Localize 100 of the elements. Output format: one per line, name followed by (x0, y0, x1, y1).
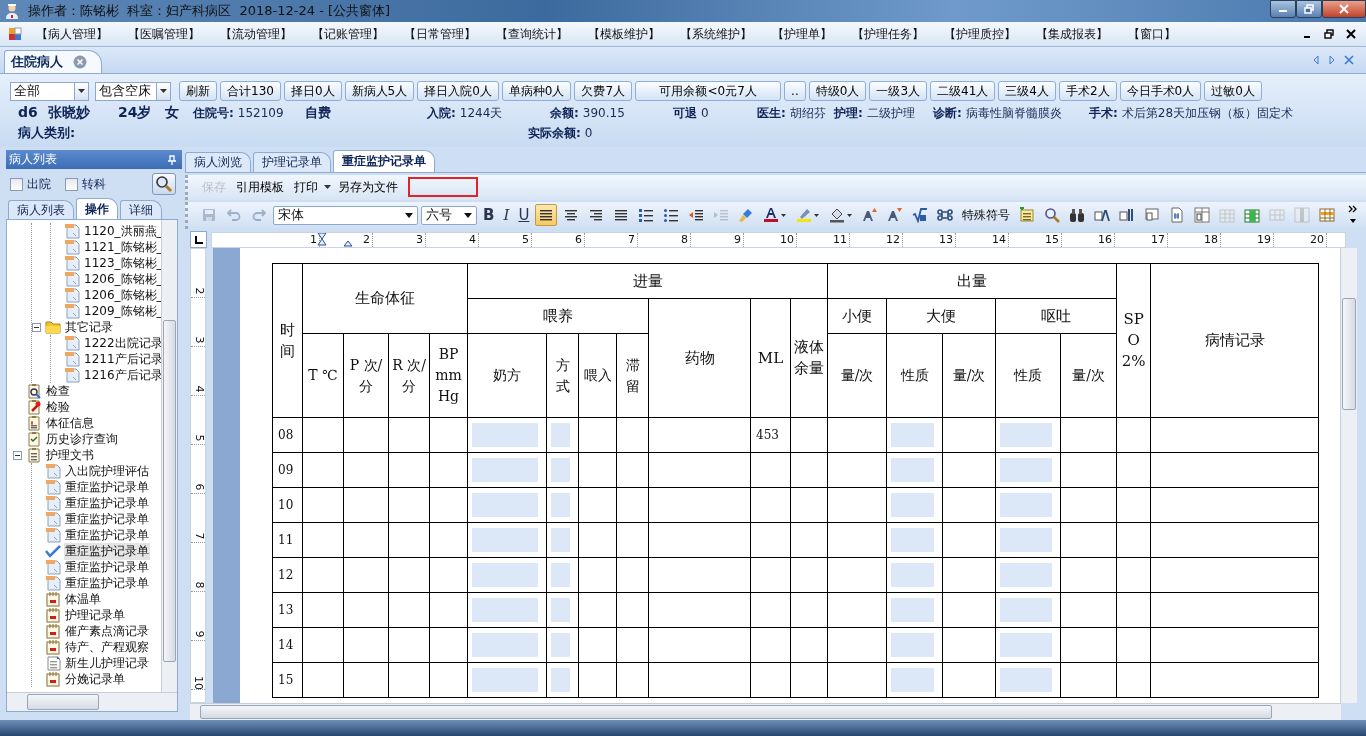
column-header: BP mmHg (429, 333, 468, 418)
scope-dropdown[interactable]: 全部 (10, 81, 89, 101)
bold-button[interactable]: B (480, 206, 498, 225)
ruler-number: 10 (780, 233, 795, 246)
table-cell: 12 (272, 557, 303, 593)
toolbar-button[interactable]: 引用模板 (232, 176, 288, 198)
ruler-number: 6 (575, 233, 583, 246)
table-cell: 08 (272, 417, 303, 453)
tree-item[interactable]: 其它记录 (64, 318, 114, 336)
record-tab[interactable]: 护理记录单 (253, 152, 331, 172)
panel-title: 病人列表 (9, 151, 57, 168)
panel-tab[interactable]: 详细 (120, 200, 162, 219)
menu-item[interactable]: 【护理质控】 (944, 25, 1016, 43)
font-dropdown[interactable]: 宋体 (273, 205, 418, 225)
menu-item[interactable]: 【日常管理】 (404, 25, 476, 43)
tree-item[interactable]: 重症监护记录单 (64, 510, 150, 528)
menu-item[interactable]: 【集成报表】 (1036, 25, 1108, 43)
table-cell: 09 (272, 452, 303, 488)
menu-item[interactable]: 【病人管理】 (36, 25, 108, 43)
info-label: 自费 (305, 104, 331, 122)
menu-item[interactable]: 【护理任务】 (852, 25, 924, 43)
info-value: 胡绍芬 (789, 105, 826, 122)
filter-button[interactable]: 合计130 (220, 81, 281, 101)
column-header: 生命体征 (302, 263, 468, 334)
tree-item[interactable]: 检验 (45, 398, 71, 416)
filter-button[interactable]: 新病人5人 (344, 81, 415, 101)
tree-item[interactable]: 催产素点滴记录 (64, 622, 150, 640)
filter-button[interactable]: 三级4人 (998, 81, 1056, 101)
menu-item[interactable]: 【查询统计】 (496, 25, 568, 43)
toolbar-menu-button[interactable]: 打印 (290, 176, 322, 198)
menu-item[interactable]: 【窗口】 (1128, 25, 1176, 43)
column-header: R 次/分 (388, 333, 430, 418)
ruler-number: 17 (1151, 233, 1166, 246)
column-header: T ℃ (302, 333, 344, 418)
info-value: 二级护理 (866, 105, 915, 122)
menu-item[interactable]: 【模板维护】 (588, 25, 660, 43)
tree-item[interactable]: 1211产后记录 (83, 350, 164, 368)
font-size-dropdown[interactable]: 六号 (421, 205, 477, 225)
tree-item[interactable]: 入出院护理评估 (64, 462, 150, 480)
column-header: SPO2% (1116, 263, 1151, 418)
info-label: 医生: (757, 105, 786, 122)
table-cell: 10 (272, 487, 303, 523)
bed-dropdown[interactable]: 包含空床 (95, 81, 171, 101)
tree-item[interactable]: 体温单 (64, 590, 102, 608)
filter-button[interactable]: 欠费7人 (574, 81, 633, 101)
special-symbols-button[interactable]: 特殊符号 (959, 206, 1014, 224)
filter-button[interactable]: 择日入院0人 (417, 81, 499, 101)
tree-item[interactable]: 护理记录单 (64, 606, 126, 624)
menu-item[interactable]: 【系统维护】 (680, 25, 752, 43)
info-label: 余额: (550, 105, 579, 122)
filter-button[interactable]: 手术2人 (1058, 81, 1117, 101)
menu-item[interactable]: 【记账管理】 (312, 25, 384, 43)
panel-tab[interactable]: 病人列表 (8, 200, 74, 219)
tree-item[interactable]: 新生儿护理记录 (64, 654, 150, 672)
tree-item[interactable]: 护理文书 (45, 446, 95, 464)
document-tab[interactable]: 住院病人 (4, 50, 102, 73)
menu-item[interactable]: 【流动管理】 (220, 25, 292, 43)
filter-button[interactable]: 刷新 (179, 81, 217, 101)
filter-button[interactable]: 可用余额<0元7人 (635, 81, 782, 101)
filter-button[interactable]: 二级41人 (930, 81, 996, 101)
column-header: 液体余量 (790, 298, 828, 418)
ruler-number: 10 (192, 676, 204, 691)
tree-item[interactable]: 分娩记录单 (64, 670, 126, 688)
filter-button[interactable]: 过敏0人 (1204, 81, 1262, 101)
column-header: 小便 (827, 298, 887, 334)
tree-item[interactable]: 1216产后记录 (83, 366, 164, 384)
filter-button[interactable]: 一级3人 (869, 81, 928, 101)
record-tab[interactable]: 重症监护记录单 (333, 150, 435, 172)
filter-button[interactable]: 特级0人 (808, 81, 867, 101)
tree-item[interactable]: 体征信息 (45, 414, 95, 432)
column-header: 性质 (886, 333, 943, 418)
menu-item[interactable]: 【护理单】 (772, 25, 832, 43)
panel-tab[interactable]: 操作 (76, 198, 118, 219)
toolbar-button[interactable]: 另存为文件 (334, 176, 402, 198)
ruler-number: 19 (1257, 233, 1272, 246)
filter-button[interactable]: 今日手术0人 (1119, 81, 1202, 101)
ruler-number: 1 (310, 233, 318, 246)
menu-item[interactable]: 【医嘱管理】 (128, 25, 200, 43)
italic-button[interactable]: I (500, 206, 513, 225)
tree-item[interactable]: 重症监护记录单 (64, 526, 150, 544)
tree-item[interactable]: 重症监护记录单 (64, 478, 150, 496)
patient-info: d6 (18, 104, 38, 120)
tree-item[interactable]: 重症监护记录单 (64, 542, 150, 560)
underline-button[interactable]: U (515, 206, 533, 225)
tab-label: 住院病人 (11, 53, 63, 71)
tree-item[interactable]: 待产、产程观察 (64, 638, 150, 656)
checkbox-label[interactable]: 出院 (27, 175, 51, 193)
tree-item[interactable]: 1222出院记录 (83, 334, 164, 352)
filter-button[interactable]: 单病种0人 (501, 81, 572, 101)
tree-item[interactable]: 历史诊疗查询 (45, 430, 119, 448)
filter-button[interactable]: 择日0人 (283, 81, 342, 101)
tree-item[interactable]: 重症监护记录单 (64, 494, 150, 512)
record-tab[interactable]: 病人浏览 (185, 152, 251, 172)
tree-item[interactable]: 检查 (45, 382, 71, 400)
patient-info: 张晓妙 (48, 104, 90, 122)
table-cell: 11 (272, 522, 303, 558)
tree-item[interactable]: 重症监护记录单 (64, 558, 150, 576)
checkbox-label[interactable]: 转科 (82, 175, 106, 193)
filter-button[interactable]: .. (784, 81, 806, 101)
tree-item[interactable]: 重症监护记录单 (64, 574, 150, 592)
